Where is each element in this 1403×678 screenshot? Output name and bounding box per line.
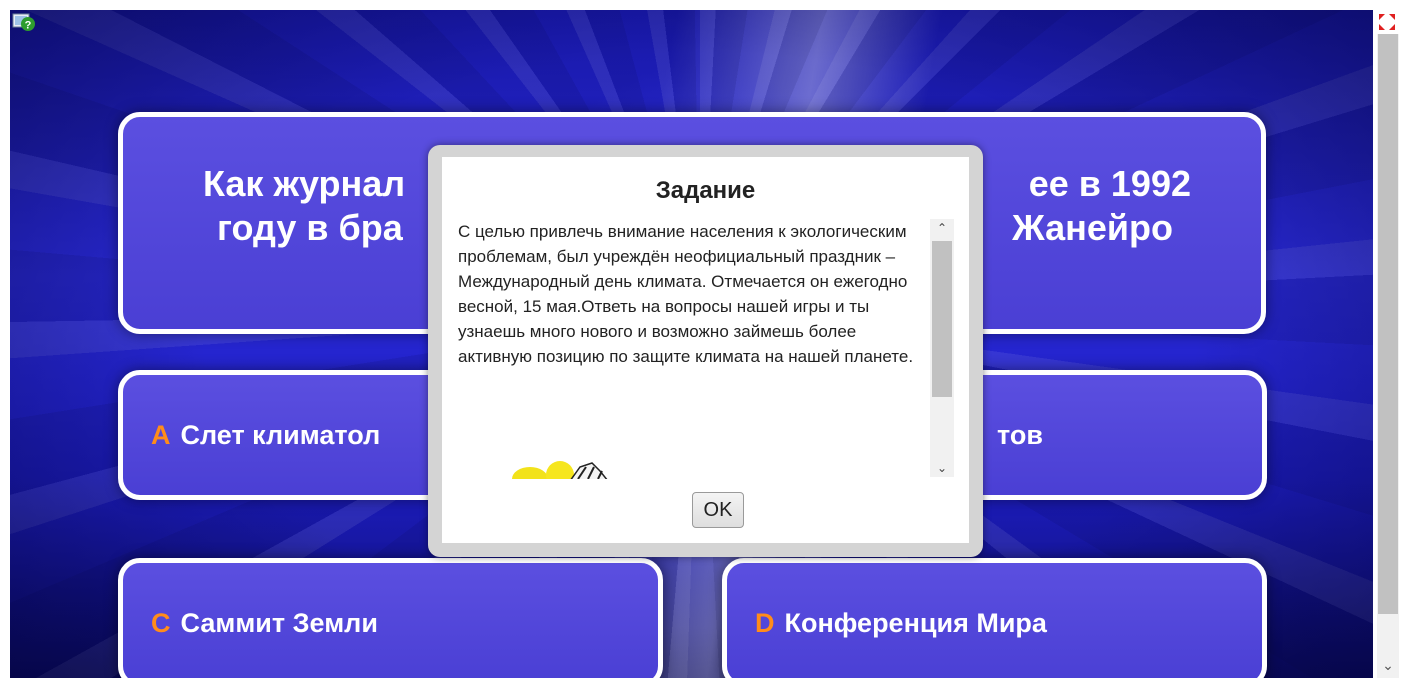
ok-button[interactable]: OK bbox=[692, 492, 744, 528]
task-dialog: Задание С целью привлечь внимание населе… bbox=[428, 145, 983, 557]
answer-c-letter: C bbox=[151, 607, 171, 638]
dialog-scrollbar-thumb[interactable] bbox=[932, 241, 952, 397]
question-text-right-2: Жанейро bbox=[1012, 207, 1173, 248]
answer-d-label: Конференция Мира bbox=[784, 607, 1047, 638]
help-icon[interactable]: ? bbox=[12, 12, 36, 34]
answer-a-label: Слет климатол bbox=[180, 419, 381, 450]
dialog-body-text: С целью привлечь внимание населения к эк… bbox=[458, 222, 914, 366]
question-text-right-1: ее в 1992 bbox=[1028, 163, 1191, 204]
answer-d-letter: D bbox=[755, 607, 775, 638]
answer-d-button[interactable]: D Конференция Мира bbox=[722, 558, 1267, 678]
butterfly-image bbox=[508, 459, 618, 479]
question-text-left-2: году в бра bbox=[217, 207, 403, 248]
page-scrollbar-thumb[interactable] bbox=[1378, 34, 1398, 614]
task-dialog-content: Задание С целью привлечь внимание населе… bbox=[442, 157, 969, 543]
fullscreen-icon[interactable] bbox=[1377, 12, 1397, 32]
dialog-scrollbar[interactable]: ⌃ ⌄ bbox=[930, 219, 954, 477]
svg-text:?: ? bbox=[25, 20, 32, 32]
page-scrollbar[interactable]: ⌄ bbox=[1377, 34, 1399, 678]
scroll-up-icon[interactable]: ⌃ bbox=[930, 221, 954, 235]
answer-b-label: тов bbox=[997, 419, 1043, 450]
scroll-down-icon[interactable]: ⌄ bbox=[930, 461, 954, 475]
dialog-title: Задание bbox=[655, 177, 756, 204]
question-text-left-1: Как журнал bbox=[203, 163, 406, 204]
answer-c-label: Саммит Земли bbox=[180, 607, 378, 638]
answer-c-button[interactable]: C Саммит Земли bbox=[118, 558, 663, 678]
answer-a-letter: A bbox=[151, 419, 171, 450]
scroll-down-icon[interactable]: ⌄ bbox=[1377, 658, 1399, 676]
